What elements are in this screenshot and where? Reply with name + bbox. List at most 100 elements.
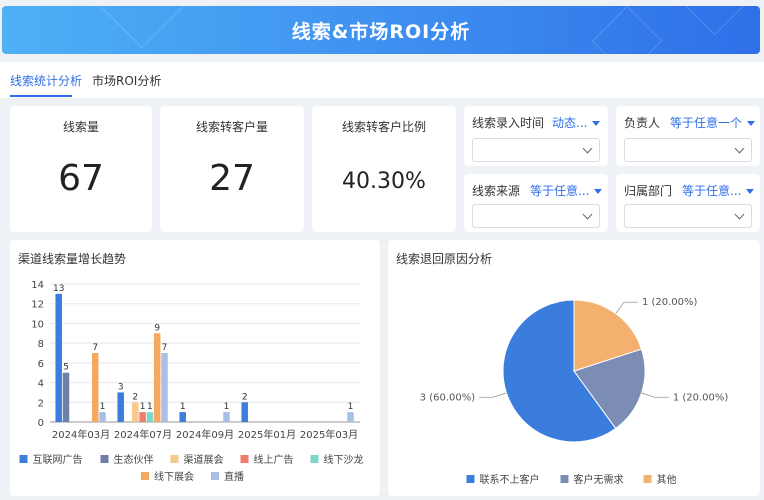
filter-department: 归属部门 等于任意... [616, 174, 760, 232]
kpi-card-converted: 线索转客户量 27 [160, 106, 304, 232]
bar [99, 412, 106, 422]
bar-value-label: 1 [180, 402, 186, 412]
bar [55, 293, 62, 422]
leader-line [641, 392, 669, 398]
kpi-value: 40.30% [342, 169, 426, 194]
filter-label: 线索录入时间 [472, 116, 545, 130]
bar-chart-panel: 渠道线索量增长趋势 0 2 4 6 8 10 12 14 2024年03月 13 5 7 1 2024年0… [10, 240, 380, 496]
filter-select[interactable] [624, 138, 752, 162]
bar [347, 412, 354, 422]
chevron-down-icon [734, 143, 745, 154]
legend-label: 联系不上客户 [480, 473, 540, 486]
bar [132, 402, 139, 422]
filter-operator-dropdown[interactable]: 等于任意... [682, 182, 755, 199]
bar-value-label: 1 [348, 402, 354, 412]
leader-line [615, 301, 638, 314]
bar-value-label: 5 [63, 363, 69, 373]
kpi-label: 线索量 [62, 120, 99, 134]
x-tick-label: 2024年09月 [176, 428, 234, 441]
legend-label: 客户无需求 [574, 473, 624, 486]
filter-select[interactable] [472, 204, 600, 228]
chevron-down-icon [582, 143, 593, 154]
tab-bar: 线索统计分析 市场ROI分析 [0, 62, 764, 98]
legend-swatch [560, 475, 569, 483]
bar-value-label: 7 [162, 343, 168, 353]
legend-label: 生态伙伴 [114, 453, 154, 466]
filter-entry-time: 线索录入时间 动态... [464, 106, 608, 166]
legend-label: 线上广告 [254, 453, 294, 466]
bar [62, 372, 70, 422]
y-tick-label: 2 [38, 398, 44, 409]
kpi-card-leads: 线索量 67 [10, 106, 152, 232]
kpi-label: 线索转客户量 [195, 120, 268, 134]
x-tick-label: 2025年01月 [238, 428, 296, 441]
bar [161, 353, 168, 422]
legend-swatch [19, 455, 28, 463]
bar-value-label: 2 [132, 392, 138, 402]
bar-value-label: 13 [53, 284, 64, 294]
pie-value-label: 1 (20.00%) [673, 392, 729, 403]
legend-swatch [141, 472, 149, 480]
bar-value-label: 3 [118, 382, 124, 392]
bar [179, 412, 186, 422]
y-tick-label: 6 [38, 359, 44, 370]
y-tick-label: 10 [31, 319, 44, 330]
x-tick-label: 2025年03月 [300, 428, 358, 441]
filter-operator-dropdown[interactable]: 动态... [552, 114, 601, 131]
caret-down-icon [747, 121, 756, 126]
bar [91, 353, 99, 422]
tab-lead-statistics[interactable]: 线索统计分析 [10, 72, 82, 89]
x-tick-label: 2024年03月 [52, 428, 110, 441]
kpi-value: 67 [58, 158, 104, 199]
filter-label: 归属部门 [624, 184, 673, 198]
bar [241, 402, 248, 422]
legend-label: 渠道展会 [184, 453, 224, 466]
legend-swatch [643, 475, 652, 483]
y-tick-label: 14 [31, 280, 44, 291]
y-tick-label: 12 [31, 300, 44, 311]
legend-swatch [170, 455, 179, 463]
bar [117, 392, 124, 422]
header-banner: 线索&市场ROI分析 [2, 6, 760, 54]
x-tick-label: 2024年07月 [114, 428, 172, 441]
filter-owner: 负责人 等于任意一个 [616, 106, 760, 166]
filter-select[interactable] [624, 204, 752, 228]
tab-market-roi[interactable]: 市场ROI分析 [92, 72, 161, 89]
legend-swatch [310, 455, 319, 463]
bar-value-label: 1 [224, 402, 230, 412]
pie-chart-panel: 线索退回原因分析 3 (60.00%) 1 (20.00%) 1 (20.00%) 联… [388, 240, 760, 496]
chevron-down-icon [582, 209, 593, 220]
bar-value-label: 9 [154, 323, 160, 333]
legend-label: 其他 [657, 473, 677, 486]
pie-chart: 3 (60.00%) 1 (20.00%) 1 (20.00%) 联系不上客户 客户无需… [420, 297, 729, 486]
legend-label: 线下展会 [154, 470, 194, 483]
filter-operator-dropdown[interactable]: 等于任意一个 [670, 114, 756, 131]
filter-label: 线索来源 [472, 184, 521, 198]
leader-line [479, 392, 507, 398]
legend-label: 直播 [224, 470, 244, 483]
bar [146, 412, 154, 422]
page-title: 线索&市场ROI分析 [291, 21, 471, 43]
bar-value-label: 7 [92, 343, 98, 353]
caret-down-icon [746, 189, 755, 194]
chevron-down-icon [734, 209, 745, 220]
kpi-value: 27 [209, 158, 255, 199]
caret-down-icon [594, 189, 603, 194]
filter-operator-dropdown[interactable]: 等于任意... [530, 182, 603, 199]
y-tick-label: 8 [38, 339, 44, 350]
active-tab-indicator [10, 95, 72, 97]
bar [153, 333, 161, 422]
bar-value-label: 1 [100, 402, 106, 412]
pie-value-label: 1 (20.00%) [642, 297, 698, 308]
filter-lead-source: 线索来源 等于任意... [464, 174, 608, 232]
kpi-label: 线索转客户比例 [341, 120, 426, 134]
bar-value-label: 1 [147, 402, 153, 412]
y-tick-label: 4 [38, 379, 44, 390]
legend-label: 互联网广告 [33, 453, 83, 466]
legend-swatch [466, 475, 475, 483]
caret-down-icon [592, 121, 601, 126]
bar [223, 412, 230, 422]
filter-label: 负责人 [624, 116, 661, 130]
legend-swatch [240, 455, 249, 463]
filter-select[interactable] [472, 138, 600, 162]
